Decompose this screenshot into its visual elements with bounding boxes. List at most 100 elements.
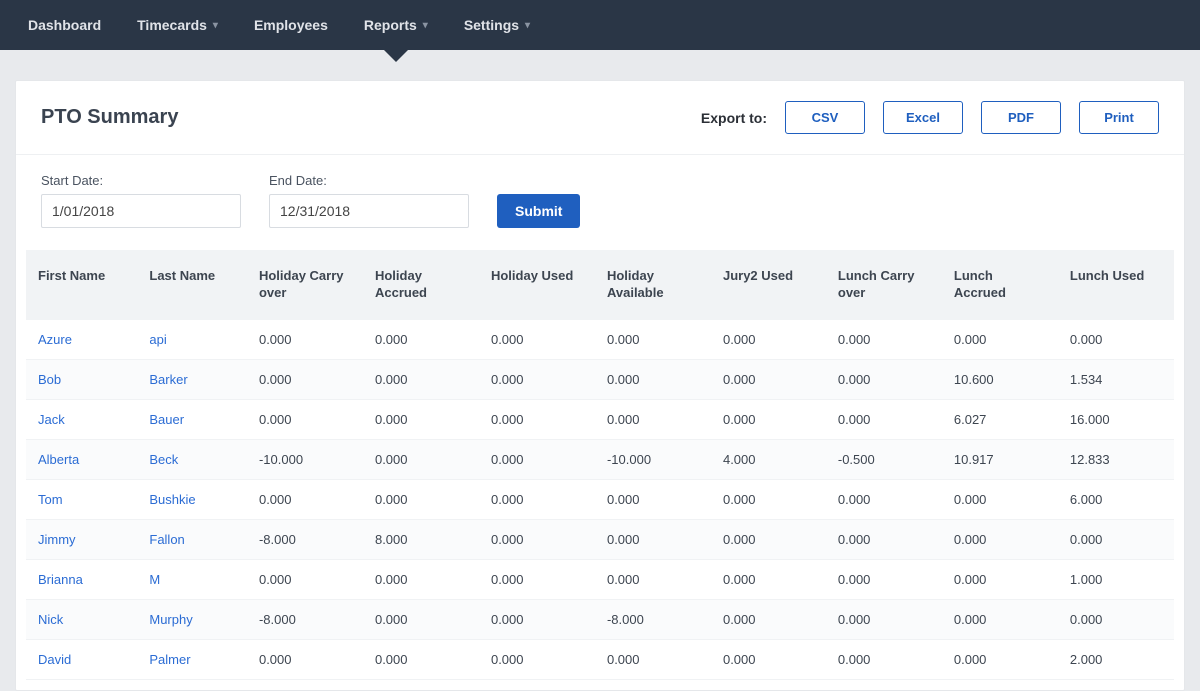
end-date-field: End Date: xyxy=(269,173,469,228)
cell-first-name[interactable]: Azure xyxy=(26,320,137,360)
nav-reports[interactable]: Reports▾ xyxy=(346,0,446,50)
cell-value: 1.534 xyxy=(1058,359,1174,399)
table-row: JimmyFallon-8.0008.0000.0000.0000.0000.0… xyxy=(26,519,1174,559)
nav-active-pointer-icon xyxy=(384,50,408,62)
cell-last-name[interactable]: Bushkie xyxy=(137,479,247,519)
end-date-input[interactable] xyxy=(269,194,469,228)
col-header[interactable]: Holiday Available xyxy=(595,250,711,320)
cell-value: -10.000 xyxy=(247,439,363,479)
cell-last-name[interactable]: Murphy xyxy=(137,599,247,639)
cell-first-name[interactable]: Jack xyxy=(26,399,137,439)
table-body: Azureapi0.0000.0000.0000.0000.0000.0000.… xyxy=(26,320,1174,680)
cell-last-name[interactable]: M xyxy=(137,559,247,599)
cell-value: -0.500 xyxy=(826,439,942,479)
start-date-input[interactable] xyxy=(41,194,241,228)
report-panel: PTO Summary Export to: CSV Excel PDF Pri… xyxy=(15,80,1185,691)
cell-value: -10.000 xyxy=(595,439,711,479)
nav-label: Settings xyxy=(464,17,519,33)
col-header[interactable]: Jury2 Used xyxy=(711,250,826,320)
cell-last-name[interactable]: Bauer xyxy=(137,399,247,439)
cell-value: 8.000 xyxy=(363,519,479,559)
cell-first-name[interactable]: Tom xyxy=(26,479,137,519)
cell-value: 0.000 xyxy=(363,359,479,399)
cell-first-name[interactable]: Bob xyxy=(26,359,137,399)
col-header[interactable]: Holiday Used xyxy=(479,250,595,320)
cell-value: 6.000 xyxy=(1058,479,1174,519)
col-header[interactable]: Lunch Accrued xyxy=(942,250,1058,320)
cell-last-name[interactable]: api xyxy=(137,320,247,360)
cell-value: 0.000 xyxy=(247,399,363,439)
cell-value: 0.000 xyxy=(479,399,595,439)
cell-last-name[interactable]: Palmer xyxy=(137,639,247,679)
cell-first-name[interactable]: Nick xyxy=(26,599,137,639)
nav-label: Employees xyxy=(254,17,328,33)
cell-value: 0.000 xyxy=(479,320,595,360)
col-header[interactable]: Lunch Used xyxy=(1058,250,1174,320)
cell-value: 0.000 xyxy=(595,519,711,559)
export-pdf-button[interactable]: PDF xyxy=(981,101,1061,134)
nav-timecards[interactable]: Timecards▾ xyxy=(119,0,236,50)
cell-value: 0.000 xyxy=(363,439,479,479)
nav-label: Dashboard xyxy=(28,17,101,33)
cell-value: 0.000 xyxy=(826,359,942,399)
nav-dashboard[interactable]: Dashboard xyxy=(10,0,119,50)
cell-value: 0.000 xyxy=(826,320,942,360)
cell-value: 0.000 xyxy=(1058,320,1174,360)
nav-label: Timecards xyxy=(137,17,207,33)
cell-last-name[interactable]: Beck xyxy=(137,439,247,479)
col-header[interactable]: Holiday Accrued xyxy=(363,250,479,320)
nav-settings[interactable]: Settings ▾ xyxy=(446,0,548,50)
cell-value: 0.000 xyxy=(711,599,826,639)
cell-value: 0.000 xyxy=(247,639,363,679)
filters: Start Date: End Date: Submit xyxy=(16,155,1184,250)
cell-value: 0.000 xyxy=(711,559,826,599)
col-header[interactable]: Holiday Carry over xyxy=(247,250,363,320)
col-header[interactable]: First Name xyxy=(26,250,137,320)
cell-value: 12.833 xyxy=(1058,439,1174,479)
table-row: DavidPalmer0.0000.0000.0000.0000.0000.00… xyxy=(26,639,1174,679)
table-row: AlbertaBeck-10.0000.0000.000-10.0004.000… xyxy=(26,439,1174,479)
cell-value: 0.000 xyxy=(363,479,479,519)
cell-value: 0.000 xyxy=(363,320,479,360)
cell-value: 0.000 xyxy=(363,559,479,599)
cell-value: 0.000 xyxy=(711,359,826,399)
chevron-down-icon: ▾ xyxy=(423,20,428,31)
cell-value: 0.000 xyxy=(595,479,711,519)
cell-value: 0.000 xyxy=(942,519,1058,559)
export-csv-button[interactable]: CSV xyxy=(785,101,865,134)
cell-value: 0.000 xyxy=(942,320,1058,360)
table-row: BriannaM0.0000.0000.0000.0000.0000.0000.… xyxy=(26,559,1174,599)
cell-value: -8.000 xyxy=(247,599,363,639)
cell-last-name[interactable]: Fallon xyxy=(137,519,247,559)
cell-first-name[interactable]: Brianna xyxy=(26,559,137,599)
cell-first-name[interactable]: David xyxy=(26,639,137,679)
cell-first-name[interactable]: Alberta xyxy=(26,439,137,479)
nav-employees[interactable]: Employees xyxy=(236,0,346,50)
export-print-button[interactable]: Print xyxy=(1079,101,1159,134)
cell-value: 0.000 xyxy=(711,639,826,679)
cell-value: -8.000 xyxy=(595,599,711,639)
cell-value: 0.000 xyxy=(826,559,942,599)
cell-value: 4.000 xyxy=(711,439,826,479)
cell-value: 0.000 xyxy=(1058,599,1174,639)
cell-value: 0.000 xyxy=(595,399,711,439)
table-row: TomBushkie0.0000.0000.0000.0000.0000.000… xyxy=(26,479,1174,519)
panel-header: PTO Summary Export to: CSV Excel PDF Pri… xyxy=(16,81,1184,155)
col-header[interactable]: Last Name xyxy=(137,250,247,320)
table-row: JackBauer0.0000.0000.0000.0000.0000.0006… xyxy=(26,399,1174,439)
cell-value: 0.000 xyxy=(479,479,595,519)
cell-value: 0.000 xyxy=(942,639,1058,679)
chevron-down-icon: ▾ xyxy=(525,20,530,31)
cell-first-name[interactable]: Jimmy xyxy=(26,519,137,559)
cell-value: 0.000 xyxy=(826,599,942,639)
end-date-label: End Date: xyxy=(269,173,469,188)
submit-button[interactable]: Submit xyxy=(497,194,580,228)
col-header[interactable]: Lunch Carry over xyxy=(826,250,942,320)
pto-table: First NameLast NameHoliday Carry overHol… xyxy=(26,250,1174,680)
cell-last-name[interactable]: Barker xyxy=(137,359,247,399)
export-excel-button[interactable]: Excel xyxy=(883,101,963,134)
cell-value: 1.000 xyxy=(1058,559,1174,599)
table-wrap: First NameLast NameHoliday Carry overHol… xyxy=(16,250,1184,690)
cell-value: 0.000 xyxy=(363,639,479,679)
cell-value: 0.000 xyxy=(363,399,479,439)
